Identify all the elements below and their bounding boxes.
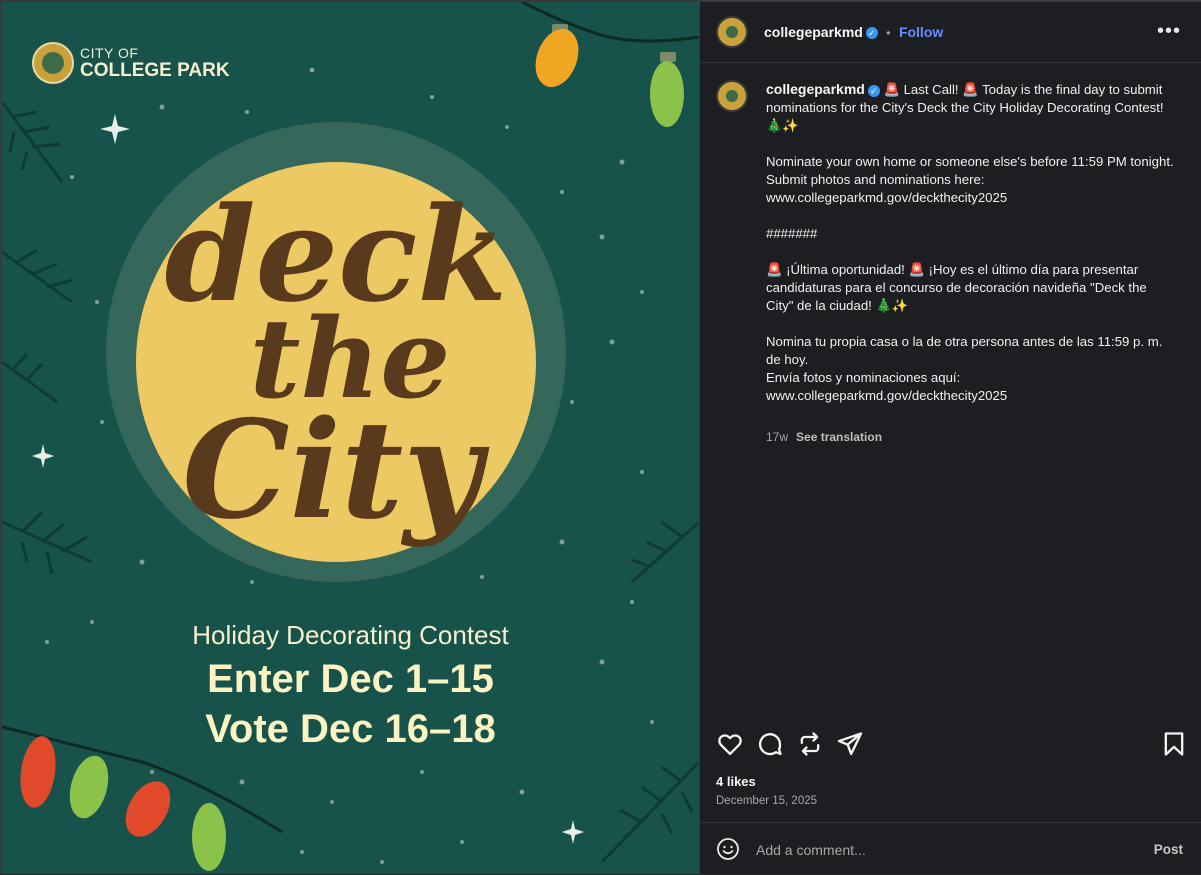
post-date: December 15, 2025 (716, 795, 818, 807)
share-icon[interactable] (836, 730, 864, 758)
string-lights-bottom (20, 736, 226, 871)
caption-avatar[interactable] (716, 80, 748, 112)
caption-paragraph-5: Nomina tu propia casa o la de otra perso… (766, 334, 1163, 403)
header-identity: collegeparkmd ✓ • Follow (764, 24, 943, 42)
app-frame: deck the City CITY OF COLLEGE PARK Holid… (0, 0, 1201, 874)
see-translation-link[interactable]: See translation (796, 430, 882, 444)
poster-enter-dates: Enter Dec 1–15 (207, 657, 494, 701)
poster-subtitle: Holiday Decorating Contest (192, 620, 509, 650)
poster-vote-dates: Vote Dec 16–18 (205, 707, 496, 751)
verified-badge-icon: ✓ (867, 84, 880, 97)
repost-icon[interactable] (796, 730, 824, 758)
post-header: collegeparkmd ✓ • Follow ••• (700, 2, 1201, 63)
caption-paragraph-3: ####### (766, 226, 818, 241)
post-details-panel: collegeparkmd ✓ • Follow ••• collegeparkm… (700, 2, 1201, 874)
avatar[interactable] (716, 16, 748, 48)
caption-paragraph-1: collegeparkmd ✓ 🚨 Last Call! 🚨 Today is t… (766, 80, 1176, 135)
bookmark-icon[interactable] (1160, 730, 1188, 758)
string-lights-top (535, 24, 684, 127)
likes-count[interactable]: 4 likes (716, 774, 756, 789)
post-age[interactable]: 17w (766, 430, 788, 444)
verified-badge-icon: ✓ (865, 26, 878, 39)
follow-button[interactable]: Follow (899, 24, 943, 40)
heart-icon[interactable] (716, 730, 744, 758)
logo-line-2: COLLEGE PARK (80, 60, 230, 81)
post-comment-button[interactable]: Post (1154, 842, 1183, 857)
caption-meta: 17w See translation (766, 430, 882, 444)
more-options-icon[interactable]: ••• (1157, 20, 1181, 43)
logo-line-1: CITY OF (80, 45, 139, 61)
header-separator: • (886, 26, 891, 40)
city-logo-text: CITY OF COLLEGE PARK (80, 46, 230, 80)
caption-paragraph-4: 🚨 ¡Última oportunidad! 🚨 ¡Hoy es el últi… (766, 262, 1147, 313)
city-seal-logo (32, 42, 74, 84)
post-image[interactable]: deck the City CITY OF COLLEGE PARK Holid… (2, 2, 699, 874)
header-username[interactable]: collegeparkmd (764, 24, 863, 40)
comment-input[interactable] (756, 842, 1116, 858)
headline-word-3: City (182, 390, 490, 549)
caption-username[interactable]: collegeparkmd (766, 81, 865, 97)
light-wire-top (521, 2, 699, 43)
caption-paragraph-2: Nominate your own home or someone else's… (766, 154, 1174, 205)
emoji-icon[interactable] (716, 837, 740, 861)
action-bar (716, 730, 1186, 760)
comment-bar: Post (700, 822, 1201, 875)
comment-icon[interactable] (756, 730, 784, 758)
post-caption: collegeparkmd ✓ 🚨 Last Call! 🚨 Today is t… (766, 80, 1176, 423)
